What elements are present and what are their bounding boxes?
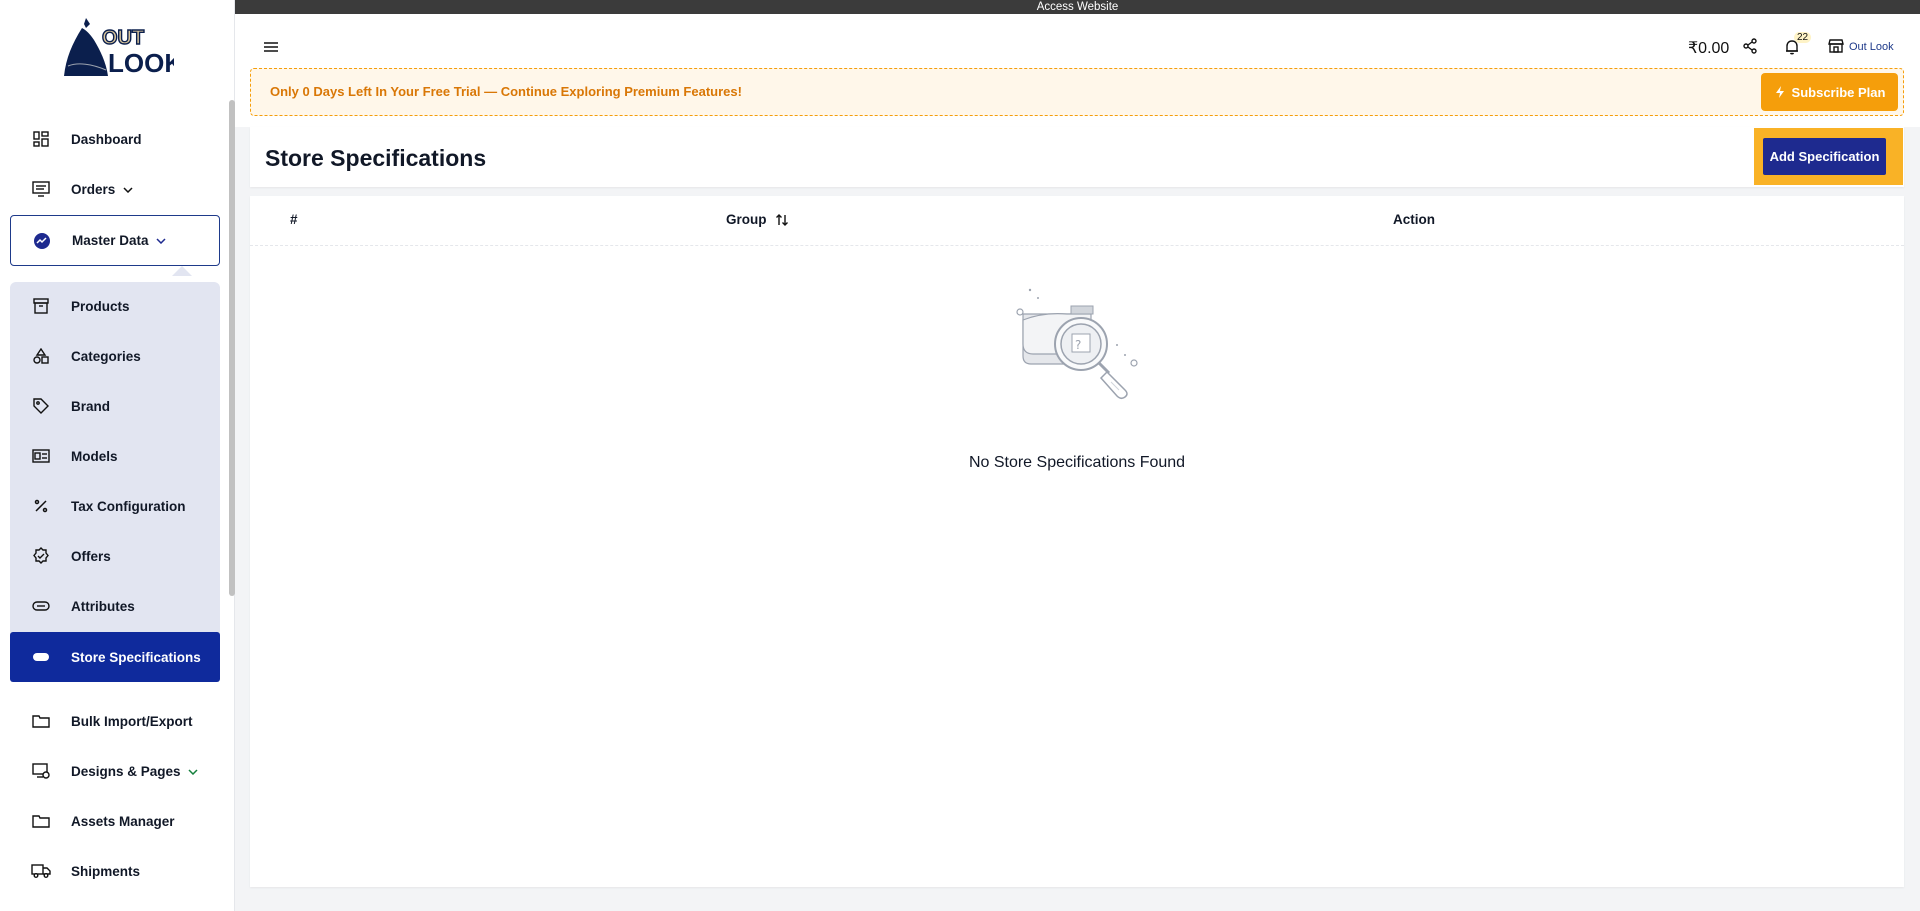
sidebar-item-label: Shipments	[71, 863, 141, 879]
sidebar-item-categories[interactable]: Categories	[10, 331, 220, 381]
tag-icon	[31, 396, 51, 416]
sidebar-item-bulk-import-export[interactable]: Bulk Import/Export	[10, 696, 220, 746]
toggle-icon	[31, 647, 51, 667]
logo-text-bottom: LOOK	[108, 48, 174, 78]
sidebar-item-shipments[interactable]: Shipments	[10, 846, 220, 896]
store-icon[interactable]	[1828, 39, 1844, 56]
toggle-icon	[31, 596, 51, 616]
submenu-caret	[172, 266, 192, 276]
subscribe-plan-button[interactable]: Subscribe Plan	[1761, 73, 1898, 111]
sidebar-scrollbar[interactable]	[229, 100, 235, 596]
sidebar-item-label: Products	[71, 298, 130, 314]
svg-text:?: ?	[1075, 338, 1081, 352]
sidebar-item-attributes[interactable]: Attributes	[10, 581, 220, 631]
sidebar-item-label: Designs & Pages	[71, 763, 181, 779]
column-header-group[interactable]: Group	[726, 212, 767, 227]
empty-state-message: No Store Specifications Found	[968, 454, 1186, 471]
share-icon[interactable]	[1742, 38, 1758, 57]
dashboard-icon	[31, 129, 51, 149]
sidebar-item-label: Bulk Import/Export	[71, 713, 193, 729]
logo-text-top: OUT	[102, 27, 144, 49]
subscribe-plan-label: Subscribe Plan	[1791, 84, 1886, 100]
sidebar-item-orders[interactable]: Orders	[10, 164, 220, 214]
sidebar-item-products[interactable]: Products	[10, 281, 220, 331]
sidebar-item-label: Dashboard	[71, 131, 142, 147]
table-header: # Group Action	[250, 196, 1904, 246]
models-icon	[31, 446, 51, 466]
chevron-down-icon	[156, 238, 166, 245]
sidebar-item-label: Master Data	[72, 233, 149, 248]
access-website-link[interactable]: Access Website	[1037, 1, 1119, 13]
sidebar-item-label: Offers	[71, 548, 111, 564]
badge-check-icon	[31, 546, 51, 566]
percent-icon	[31, 496, 51, 516]
sidebar-item-designs-pages[interactable]: Designs & Pages	[10, 746, 220, 796]
brand-logo[interactable]: OUT LOOK	[62, 14, 183, 82]
sidebar-item-label-wrap: Orders	[71, 182, 133, 197]
truck-icon	[31, 861, 51, 881]
sidebar-item-label: Tax Configuration	[71, 498, 186, 514]
page-title: Store Specifications	[265, 145, 487, 171]
lightning-icon	[1775, 86, 1784, 98]
notification-badge: 22	[1794, 32, 1812, 43]
trial-banner: Only 0 Days Left In Your Free Trial — Co…	[250, 68, 1904, 116]
sidebar-item-master-data[interactable]: Master Data	[10, 215, 220, 266]
add-specification-highlight: Add Specification	[1754, 128, 1903, 185]
sidebar-item-label: Models	[71, 448, 118, 464]
trial-message: Only 0 Days Left In Your Free Trial — Co…	[270, 84, 742, 99]
specifications-table: # Group Action ? No Store Specifications…	[250, 196, 1904, 887]
archive-icon	[31, 296, 51, 316]
sidebar-item-store-specifications[interactable]: Store Specifications	[10, 632, 220, 682]
sidebar-item-models[interactable]: Models	[10, 431, 220, 481]
sidebar-item-dashboard[interactable]: Dashboard	[10, 114, 220, 164]
sidebar-item-label-wrap: Master Data	[72, 233, 166, 248]
column-header-action: Action	[1393, 212, 1435, 227]
folder-icon	[31, 811, 51, 831]
sidebar-item-brand[interactable]: Brand	[10, 381, 220, 431]
sidebar-item-label: Assets Manager	[71, 813, 175, 829]
folder-icon	[31, 711, 51, 731]
add-specification-button[interactable]: Add Specification	[1763, 138, 1886, 175]
sidebar-item-offers[interactable]: Offers	[10, 531, 220, 581]
empty-state-illustration: ?	[1013, 284, 1141, 409]
chart-icon	[32, 231, 52, 251]
column-header-index: #	[290, 212, 298, 227]
page-header: Store Specifications Add Specification	[250, 127, 1904, 187]
sidebar-item-assets-manager[interactable]: Assets Manager	[10, 796, 220, 846]
shapes-icon	[31, 346, 51, 366]
designs-icon	[31, 761, 51, 781]
access-website-bar[interactable]: Access Website	[235, 0, 1920, 14]
sidebar-item-label: Orders	[71, 181, 116, 197]
store-name-link[interactable]: Out Look	[1849, 41, 1894, 53]
orders-icon	[31, 179, 51, 199]
sidebar-item-label-wrap: Designs & Pages	[71, 764, 198, 779]
menu-toggle-icon[interactable]	[263, 40, 279, 54]
sort-icon[interactable]	[775, 213, 789, 230]
sidebar-item-label: Attributes	[71, 598, 135, 614]
sidebar-item-tax-configuration[interactable]: Tax Configuration	[10, 481, 220, 531]
chevron-down-icon	[123, 187, 133, 193]
wallet-balance[interactable]: ₹0.00	[1688, 38, 1729, 58]
sidebar-item-label: Categories	[71, 348, 141, 364]
sidebar: OUT LOOK Dashboard Orders Master Data Pr…	[0, 0, 235, 911]
sidebar-item-label: Brand	[71, 398, 111, 414]
sidebar-item-label: Store Specifications	[71, 649, 201, 665]
chevron-down-icon	[188, 769, 198, 775]
